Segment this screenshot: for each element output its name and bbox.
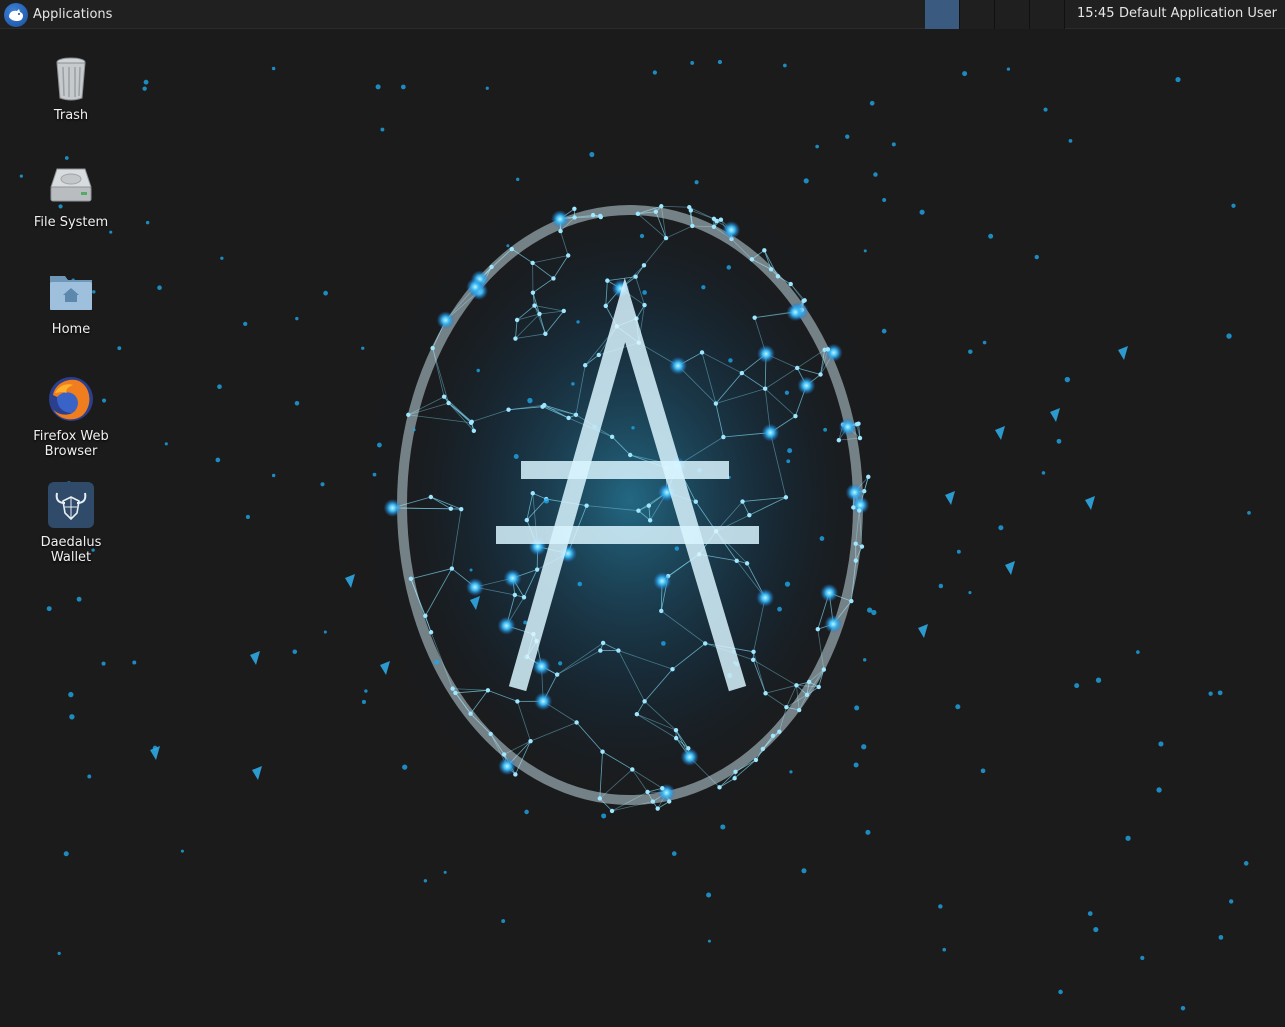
workspace-1[interactable] — [925, 0, 960, 29]
workspace-2[interactable] — [960, 0, 995, 29]
desktop-icon-home[interactable]: Home — [23, 268, 119, 337]
drive-icon — [47, 161, 95, 209]
daedalus-icon — [47, 481, 95, 529]
desktop-icon-label: Trash — [53, 108, 89, 123]
desktop-icon-label: File System — [33, 215, 109, 230]
firefox-icon — [47, 375, 95, 423]
desktop-wallpaper — [19, 59, 1251, 1011]
desktop-icon-daedalus-wallet[interactable]: Daedalus Wallet — [23, 481, 119, 565]
user-menu[interactable]: Default Application User — [1119, 6, 1277, 21]
desktop-icon-label: Daedalus Wallet — [40, 535, 102, 565]
xfce-mouse-icon — [4, 2, 28, 27]
home-folder-icon — [47, 268, 95, 316]
desktop-icon-label: Home — [51, 322, 91, 337]
applications-menu-label: Applications — [33, 7, 113, 22]
panel-clock[interactable]: 15:45 — [1077, 6, 1114, 21]
workspace-4[interactable] — [1030, 0, 1065, 29]
trash-icon — [47, 54, 95, 102]
desktop-icon-label: Firefox Web Browser — [33, 429, 109, 459]
workspace-3[interactable] — [995, 0, 1030, 29]
workspace-switcher — [925, 0, 1065, 29]
applications-menu-button[interactable]: Applications — [4, 2, 112, 27]
desktop-icon-file-system[interactable]: File System — [23, 161, 119, 230]
top-panel: Applications 15:45 Default Application U… — [0, 0, 1285, 29]
desktop-icon-trash[interactable]: Trash — [23, 54, 119, 123]
desktop-icon-firefox[interactable]: Firefox Web Browser — [23, 375, 119, 459]
